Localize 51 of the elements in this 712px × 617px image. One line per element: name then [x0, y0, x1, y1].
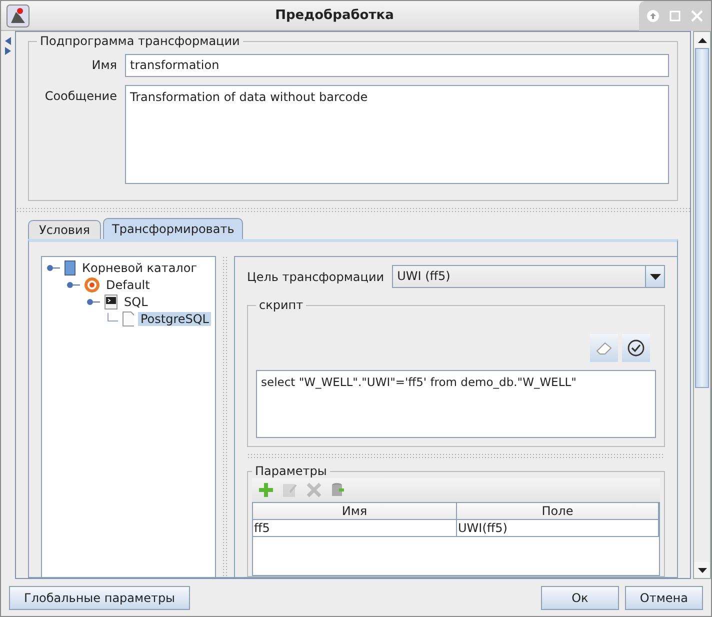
- terminal-icon: [104, 294, 118, 310]
- column-header[interactable]: Имя: [253, 503, 457, 520]
- collapse-left-icon[interactable]: [4, 37, 12, 45]
- close-icon: [691, 10, 703, 22]
- scroll-down-button[interactable]: [694, 562, 710, 578]
- plus-icon[interactable]: [258, 482, 274, 498]
- script-field[interactable]: select "W_WELL"."UWI"='ff5' from demo_db."W_WELL": [256, 370, 656, 438]
- group-title: скрипт: [258, 298, 304, 312]
- group-title: Подпрограмма трансформации: [39, 34, 241, 48]
- scroll-thumb[interactable]: [695, 48, 709, 388]
- close-button[interactable]: [689, 8, 705, 24]
- tab[interactable]: Условия: [28, 220, 102, 239]
- tree-connector-icon: [106, 312, 118, 324]
- group-title: Параметры: [254, 464, 328, 478]
- field-label: Имя: [90, 57, 117, 72]
- column-header[interactable]: Поле: [457, 503, 659, 520]
- database-icon[interactable]: [330, 482, 346, 498]
- app-icon: [6, 4, 30, 28]
- window-title: Предобработка: [274, 8, 395, 23]
- caret-icon: [650, 274, 660, 280]
- scroll-up-button[interactable]: [694, 32, 710, 48]
- eraser-icon: [595, 341, 613, 355]
- window-up-button[interactable]: [645, 8, 661, 24]
- global-parameters-button[interactable]: Глобальные параметры: [9, 586, 190, 610]
- tree-item[interactable]: Default: [104, 278, 152, 292]
- field-label: Цель трансформации: [247, 270, 384, 284]
- down-arrow-icon: [698, 568, 706, 572]
- expand-right-icon[interactable]: [4, 47, 12, 55]
- ring-icon: [84, 276, 100, 292]
- tree-node-handle-icon[interactable]: [66, 280, 80, 290]
- dialog-button[interactable]: Отмена: [624, 586, 703, 610]
- check-button[interactable]: [622, 334, 650, 362]
- tree-node-handle-icon[interactable]: [46, 262, 60, 272]
- up-arrow-icon: [647, 10, 659, 22]
- tree-item[interactable]: PostgreSQL: [138, 312, 211, 326]
- catalog-icon: [64, 260, 76, 276]
- check-icon: [627, 339, 645, 357]
- message-field[interactable]: Transformation of data without barcode: [125, 85, 669, 184]
- dialog-button[interactable]: Ок: [540, 586, 619, 610]
- table-cell: UWI(ff5): [457, 520, 659, 537]
- target-dropdown[interactable]: UWI (ff5): [392, 265, 665, 288]
- maximize-icon: [669, 10, 681, 22]
- document-icon: [122, 310, 134, 326]
- field-label: Сообщение: [44, 88, 117, 103]
- tab[interactable]: Трансформировать: [103, 218, 244, 239]
- tree-node-handle-icon[interactable]: [86, 296, 100, 306]
- table-cell: ff5: [253, 520, 457, 537]
- up-arrow-icon: [698, 38, 706, 42]
- tree-item[interactable]: Корневой каталог: [80, 260, 199, 274]
- name-field[interactable]: transformation: [125, 54, 669, 77]
- tree-item[interactable]: SQL: [122, 294, 150, 308]
